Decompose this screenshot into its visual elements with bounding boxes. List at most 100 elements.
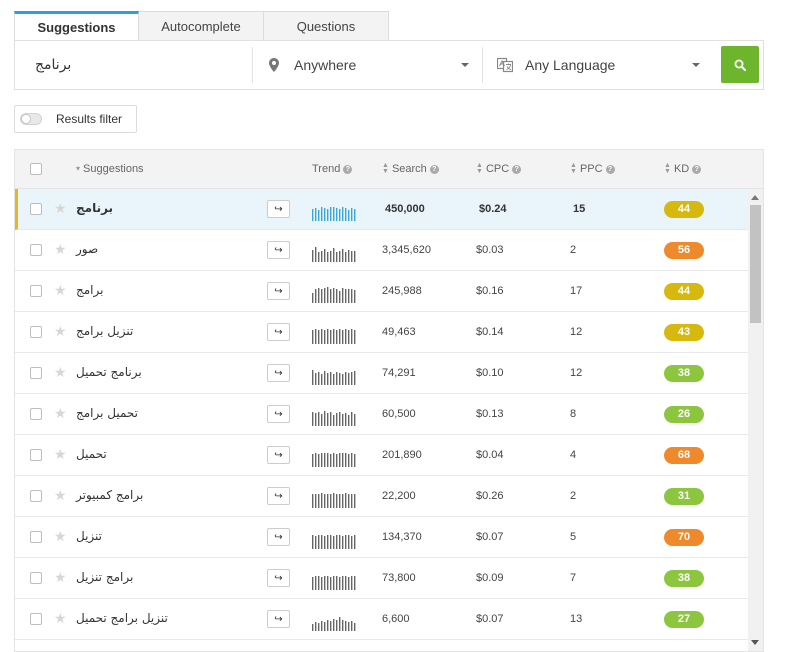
scroll-down-arrow-icon[interactable] bbox=[751, 640, 759, 645]
search-volume: 134,370 bbox=[382, 531, 422, 543]
trend-bar bbox=[315, 536, 317, 549]
trend-bar bbox=[321, 621, 323, 631]
row-checkbox[interactable] bbox=[30, 203, 42, 215]
table-row[interactable]: ★ تحميل برامج ↪ 60,500 $0.13 8 26 bbox=[15, 394, 748, 435]
star-icon[interactable]: ★ bbox=[54, 364, 67, 381]
column-header-trend[interactable]: Trend ? bbox=[312, 163, 353, 175]
table-row[interactable]: ★ تنزيل برامج تحميل ↪ 6,600 $0.07 13 27 bbox=[15, 599, 748, 640]
table-row[interactable]: ★ تنزيل ↪ 134,370 $0.07 5 70 bbox=[15, 517, 748, 558]
star-icon[interactable]: ★ bbox=[54, 323, 67, 340]
trend-bar bbox=[348, 577, 350, 590]
trend-bar bbox=[318, 576, 320, 590]
help-icon[interactable]: ? bbox=[429, 164, 439, 174]
table-row[interactable]: ★ برنامج تحميل ↪ 74,291 $0.10 12 38 bbox=[15, 353, 748, 394]
trend-bar bbox=[312, 209, 314, 221]
star-icon[interactable]: ★ bbox=[54, 487, 67, 504]
results-filter-button[interactable]: Results filter bbox=[14, 105, 137, 133]
use-keyword-button[interactable]: ↪ bbox=[267, 405, 290, 423]
row-checkbox[interactable] bbox=[30, 367, 42, 379]
language-value: Any Language bbox=[525, 57, 616, 73]
star-icon[interactable]: ★ bbox=[54, 200, 67, 217]
table-row[interactable]: ★ صور ↪ 3,345,620 $0.03 2 56 bbox=[15, 230, 748, 271]
use-keyword-button[interactable]: ↪ bbox=[267, 446, 290, 464]
location-select[interactable]: Anywhere bbox=[266, 41, 469, 89]
use-keyword-button[interactable]: ↪ bbox=[267, 282, 290, 300]
tab-autocomplete[interactable]: Autocomplete bbox=[139, 11, 264, 41]
table-row[interactable]: ★ تحميل ↪ 201,890 $0.04 4 68 bbox=[15, 435, 748, 476]
star-icon[interactable]: ★ bbox=[54, 610, 67, 627]
star-icon[interactable]: ★ bbox=[54, 528, 67, 545]
trend-bar bbox=[327, 453, 329, 467]
row-checkbox[interactable] bbox=[30, 531, 42, 543]
star-icon[interactable]: ★ bbox=[54, 241, 67, 258]
row-checkbox[interactable] bbox=[30, 244, 42, 256]
table-row[interactable]: ★ برامج ↪ 245,988 $0.16 17 44 bbox=[15, 271, 748, 312]
kd-badge: 27 bbox=[664, 611, 704, 628]
trend-bar bbox=[351, 412, 353, 426]
use-keyword-button[interactable]: ↪ bbox=[267, 323, 290, 341]
use-keyword-button[interactable]: ↪ bbox=[267, 241, 290, 259]
row-checkbox[interactable] bbox=[30, 408, 42, 420]
use-keyword-button[interactable]: ↪ bbox=[267, 528, 290, 546]
trend-sparkline bbox=[312, 453, 356, 467]
table-row[interactable]: ★ تنزيل برامج ↪ 49,463 $0.14 12 43 bbox=[15, 312, 748, 353]
ppc-value: 2 bbox=[570, 244, 577, 256]
row-checkbox[interactable] bbox=[30, 449, 42, 461]
tab-suggestions[interactable]: Suggestions bbox=[14, 11, 139, 41]
trend-bar bbox=[345, 535, 347, 549]
cpc-value: $0.26 bbox=[476, 490, 504, 502]
select-all-checkbox[interactable] bbox=[30, 163, 42, 175]
use-keyword-button[interactable]: ↪ bbox=[267, 200, 290, 218]
trend-bar bbox=[342, 249, 344, 262]
table-row[interactable]: ★ برنامج ↪ 450,000 $0.24 15 44 bbox=[15, 189, 748, 230]
use-keyword-button[interactable]: ↪ bbox=[267, 364, 290, 382]
language-select[interactable]: Any Language bbox=[497, 41, 700, 89]
column-header-search[interactable]: ▲ ▼ Search ? bbox=[382, 162, 439, 175]
table-row[interactable]: ★ برامج كمبيوتر ↪ 22,200 $0.26 2 31 bbox=[15, 476, 748, 517]
trend-bar bbox=[333, 493, 335, 508]
column-header-ppc[interactable]: ▲ ▼ PPC ? bbox=[570, 162, 615, 175]
trend-bar bbox=[336, 535, 338, 549]
star-icon[interactable]: ★ bbox=[54, 446, 67, 463]
kd-badge: 44 bbox=[664, 201, 704, 218]
search-volume: 49,463 bbox=[382, 326, 416, 338]
ppc-value: 17 bbox=[570, 285, 583, 297]
table-row[interactable]: ★ برامج تنزيل ↪ 73,800 $0.09 7 38 bbox=[15, 558, 748, 599]
trend-bar bbox=[321, 414, 323, 426]
row-checkbox[interactable] bbox=[30, 285, 42, 297]
keyword-text: برنامج bbox=[76, 201, 114, 215]
results-filter-toggle[interactable] bbox=[20, 113, 42, 125]
use-keyword-button[interactable]: ↪ bbox=[267, 610, 290, 628]
results-filter-label: Results filter bbox=[56, 112, 123, 126]
trend-bar bbox=[324, 249, 326, 262]
help-icon[interactable]: ? bbox=[692, 164, 702, 174]
tab-questions[interactable]: Questions bbox=[264, 11, 389, 41]
scrollbar-thumb[interactable] bbox=[750, 205, 761, 323]
star-icon[interactable]: ★ bbox=[54, 569, 67, 586]
search-button[interactable] bbox=[721, 46, 759, 83]
help-icon[interactable]: ? bbox=[605, 164, 615, 174]
use-keyword-button[interactable]: ↪ bbox=[267, 569, 290, 587]
keyword-text: برامج كمبيوتر bbox=[76, 488, 144, 502]
use-keyword-button[interactable]: ↪ bbox=[267, 487, 290, 505]
row-checkbox[interactable] bbox=[30, 326, 42, 338]
column-header-cpc[interactable]: ▲ ▼ CPC ? bbox=[476, 162, 522, 175]
trend-bar bbox=[318, 454, 320, 467]
row-checkbox[interactable] bbox=[30, 572, 42, 584]
search-volume: 74,291 bbox=[382, 367, 416, 379]
trend-bar bbox=[321, 453, 323, 467]
row-checkbox[interactable] bbox=[30, 613, 42, 625]
column-header-suggestions[interactable]: ▾ Suggestions bbox=[76, 163, 144, 175]
column-header-kd[interactable]: ▲ ▼ KD ? bbox=[664, 162, 702, 175]
star-icon[interactable]: ★ bbox=[54, 282, 67, 299]
scroll-up-arrow-icon[interactable] bbox=[751, 195, 759, 200]
column-label: Search bbox=[391, 163, 427, 175]
cpc-value: $0.04 bbox=[476, 449, 504, 461]
keyword-input[interactable] bbox=[15, 41, 252, 89]
row-checkbox[interactable] bbox=[30, 490, 42, 502]
star-icon[interactable]: ★ bbox=[54, 405, 67, 422]
scrollbar[interactable] bbox=[748, 189, 763, 651]
help-icon[interactable]: ? bbox=[343, 164, 353, 174]
help-icon[interactable]: ? bbox=[512, 164, 522, 174]
trend-bar bbox=[339, 373, 341, 385]
